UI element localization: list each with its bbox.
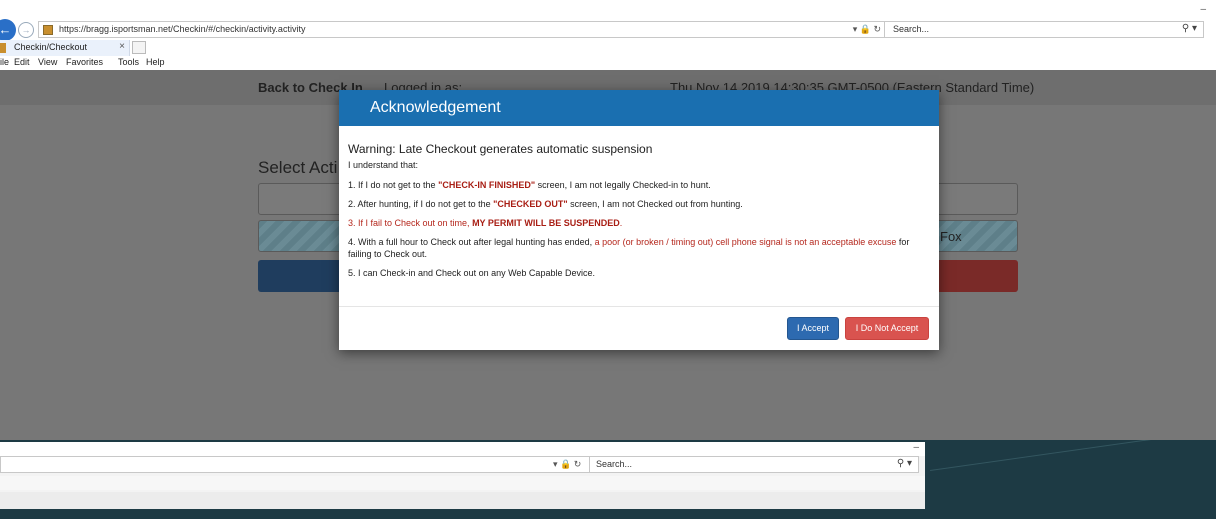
new-tab-button[interactable] xyxy=(132,41,146,54)
back-arrow-icon[interactable]: ← xyxy=(0,19,16,41)
search-icon[interactable]: ⚲ ▾ xyxy=(897,458,912,469)
tab-favicon-icon xyxy=(0,43,6,53)
ack-item-text: 1. If I do not get to the xyxy=(348,180,439,190)
menu-file[interactable]: ile xyxy=(0,57,9,67)
tab-bar xyxy=(0,476,925,490)
search-icon[interactable]: ⚲ ▾ xyxy=(1182,23,1197,34)
ack-item-text: 5. I can Check-in and Check out on any W… xyxy=(348,268,595,278)
ack-item-4: 4. With a full hour to Check out after l… xyxy=(348,236,933,260)
ack-item-text: screen, I am not Checked out from huntin… xyxy=(567,199,743,209)
ack-item-3: 3. If I fail to Check out on time, MY PE… xyxy=(348,217,933,229)
ack-item-text: 2. After hunting, if I do not get to the xyxy=(348,199,494,209)
ack-item-2: 2. After hunting, if I do not get to the… xyxy=(348,198,933,210)
modal-title: Acknowledgement xyxy=(370,99,501,116)
site-favicon-icon xyxy=(43,25,53,35)
browser-search-input[interactable]: Search... ⚲ ▾ xyxy=(589,456,919,473)
address-bar[interactable]: ▾ 🔒 ↻ xyxy=(0,456,590,473)
fox-option-label: Fox xyxy=(940,229,962,244)
search-placeholder: Search... xyxy=(596,459,633,469)
tab-checkin-checkout[interactable]: Checkin/Checkout × xyxy=(0,40,130,56)
second-browser-window: – ▾ 🔒 ↻ Search... ⚲ ▾ xyxy=(0,442,925,509)
ack-item-text: screen, I am not legally Checked-in to h… xyxy=(535,180,711,190)
tab-label: Checkin/Checkout xyxy=(14,42,88,52)
tab-bar: Checkin/Checkout × xyxy=(0,40,1216,56)
intro-text: I understand that: xyxy=(348,160,419,170)
forward-arrow-icon[interactable]: → xyxy=(18,22,34,38)
search-placeholder: Search... xyxy=(893,24,930,34)
modal-body: Warning: Late Checkout generates automat… xyxy=(348,142,933,286)
ack-item-emphasis: "CHECK-IN FINISHED" xyxy=(438,180,536,190)
modal-header: Acknowledgement xyxy=(339,90,939,126)
ack-item-1: 1. If I do not get to the "CHECK-IN FINI… xyxy=(348,179,933,191)
modal-footer-divider xyxy=(339,306,939,307)
menu-bar: ile Edit View Favorites Tools Help xyxy=(0,56,1216,70)
menu-tools[interactable]: Tools xyxy=(118,57,139,67)
window-titlebar: – xyxy=(0,442,925,456)
browser-window: – ← → https://bragg.isportsman.net/Check… xyxy=(0,0,1216,440)
minimize-icon[interactable]: – xyxy=(1200,4,1206,15)
lock-refresh-icon[interactable]: ▾ 🔒 ↻ xyxy=(853,24,881,35)
minimize-icon[interactable]: – xyxy=(913,442,919,453)
browser-search-input[interactable]: Search... ⚲ ▾ xyxy=(884,21,1204,38)
address-url[interactable]: https://bragg.isportsman.net/Checkin/#/c… xyxy=(59,24,305,34)
menu-bar xyxy=(0,492,925,509)
menu-help[interactable]: Help xyxy=(146,57,165,67)
ack-item-text: 3. If I fail to Check out on time, xyxy=(348,218,473,228)
warning-text: Warning: Late Checkout generates automat… xyxy=(348,142,653,156)
address-bar[interactable]: https://bragg.isportsman.net/Checkin/#/c… xyxy=(38,21,888,38)
menu-view[interactable]: View xyxy=(38,57,57,67)
lock-refresh-icon[interactable]: ▾ 🔒 ↻ xyxy=(553,459,581,470)
menu-edit[interactable]: Edit xyxy=(14,57,30,67)
acknowledgement-modal: Acknowledgement Warning: Late Checkout g… xyxy=(339,90,939,350)
ack-item-text: . xyxy=(619,218,623,228)
ack-item-emphasis: MY PERMIT WILL BE SUSPENDED xyxy=(472,218,620,228)
ack-item-5: 5. I can Check-in and Check out on any W… xyxy=(348,267,933,279)
accept-button[interactable]: I Accept xyxy=(787,317,839,340)
ack-item-emphasis: a poor (or broken / timing out) cell pho… xyxy=(594,237,897,247)
close-tab-icon[interactable]: × xyxy=(119,41,125,52)
ack-item-text: 4. With a full hour to Check out after l… xyxy=(348,237,595,247)
select-activity-heading: Select Acti xyxy=(258,158,338,177)
menu-favorites[interactable]: Favorites xyxy=(66,57,103,67)
ack-item-emphasis: "CHECKED OUT" xyxy=(493,199,568,209)
do-not-accept-button[interactable]: I Do Not Accept xyxy=(845,317,929,340)
